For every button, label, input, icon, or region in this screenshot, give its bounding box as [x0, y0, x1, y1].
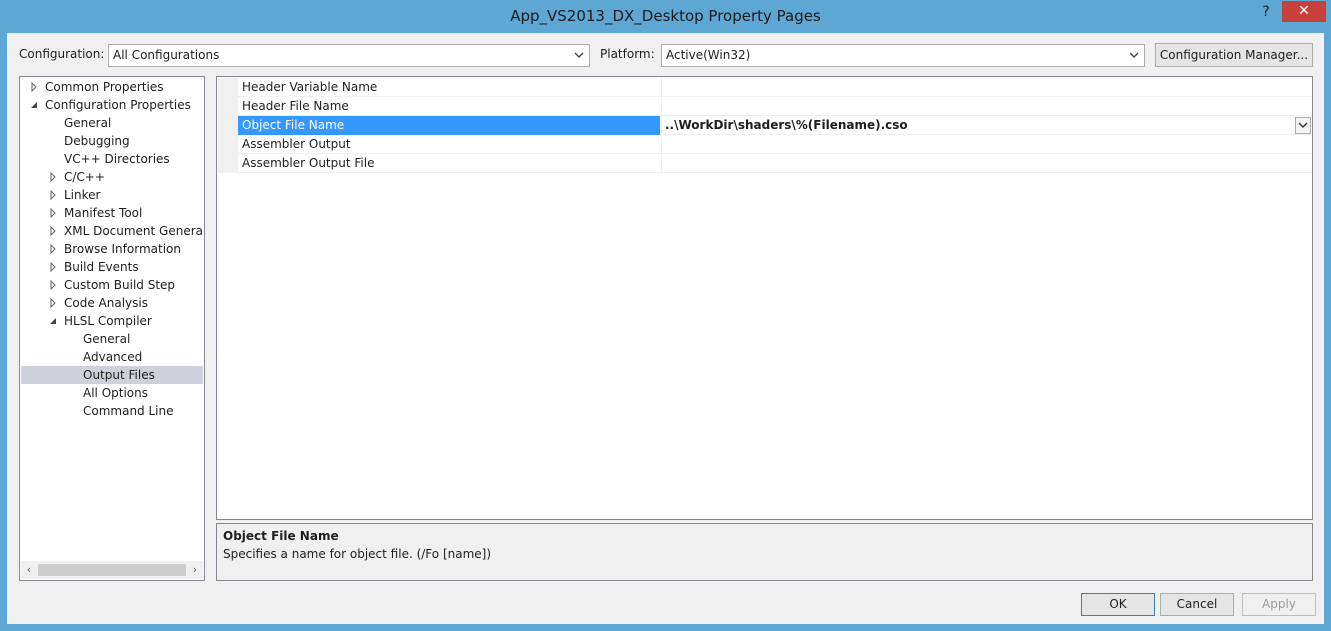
scroll-thumb[interactable] — [38, 564, 186, 576]
configuration-value: All Configurations — [113, 48, 220, 62]
property-value[interactable] — [661, 78, 1312, 97]
collapsed-triangle-icon[interactable] — [48, 204, 58, 222]
tree-item[interactable]: C/C++ — [21, 168, 203, 186]
tree-item[interactable]: General — [21, 330, 203, 348]
tree-item-label: Linker — [64, 188, 101, 202]
property-pages-window: App_VS2013_DX_Desktop Property Pages ? ✕… — [0, 0, 1331, 631]
collapsed-triangle-icon[interactable] — [48, 294, 58, 312]
expanded-triangle-icon[interactable] — [48, 312, 58, 330]
tree-item[interactable]: Build Events — [21, 258, 203, 276]
tree-item-label: Debugging — [64, 134, 130, 148]
property-name: Assembler Output File — [242, 156, 375, 170]
collapsed-triangle-icon[interactable] — [48, 258, 58, 276]
tree-horizontal-scrollbar[interactable]: ‹ › — [21, 561, 203, 579]
collapsed-triangle-icon[interactable] — [29, 78, 39, 96]
tree-item-label: VC++ Directories — [64, 152, 170, 166]
property-value[interactable] — [661, 97, 1312, 116]
tree-item[interactable]: Configuration Properties — [21, 96, 203, 114]
tree-item-label: Build Events — [64, 260, 139, 274]
property-row[interactable]: Header Variable Name — [218, 78, 1312, 97]
tree-item-label: Code Analysis — [64, 296, 148, 310]
help-button[interactable]: ? — [1256, 2, 1276, 22]
property-value[interactable] — [661, 135, 1312, 154]
category-tree[interactable]: Common Properties Configuration Propertie… — [19, 76, 205, 581]
ok-button[interactable]: OK — [1081, 593, 1155, 616]
close-button[interactable]: ✕ — [1282, 1, 1326, 22]
tree-item-label: Configuration Properties — [45, 98, 191, 112]
tree-item[interactable]: XML Document Generator — [21, 222, 203, 240]
property-row[interactable]: Object File Name ..\WorkDir\shaders\%(Fil… — [218, 116, 1312, 135]
property-name: Assembler Output — [242, 137, 351, 151]
configuration-label: Configuration: — [19, 47, 105, 61]
property-name: Header File Name — [242, 99, 349, 113]
collapsed-triangle-icon[interactable] — [48, 240, 58, 258]
dialog-client-area: Configuration: All Configurations Platfo… — [7, 33, 1324, 624]
property-row[interactable]: Assembler Output File — [218, 154, 1312, 173]
property-value[interactable]: ..\WorkDir\shaders\%(Filename).cso — [661, 116, 1312, 135]
tree-item-label: General — [64, 116, 112, 130]
scroll-right-icon[interactable]: › — [187, 561, 203, 579]
window-title: App_VS2013_DX_Desktop Property Pages — [510, 7, 821, 25]
property-grid[interactable]: Header Variable Name Header File Name Obje… — [216, 76, 1313, 520]
tree-item[interactable]: Linker — [21, 186, 203, 204]
tree-item[interactable]: HLSL Compiler — [21, 312, 203, 330]
platform-dropdown[interactable]: Active(Win32) — [661, 44, 1145, 67]
apply-button[interactable]: Apply — [1242, 593, 1316, 616]
tree-item-label: C/C++ — [64, 170, 105, 184]
tree-item[interactable]: Browse Information — [21, 240, 203, 258]
tree-item[interactable]: Output Files — [21, 366, 203, 384]
tree-item[interactable]: Debugging — [21, 132, 203, 150]
title-bar[interactable]: App_VS2013_DX_Desktop Property Pages ? ✕ — [0, 0, 1331, 33]
scroll-left-icon[interactable]: ‹ — [21, 561, 37, 579]
tree-item-label: All Options — [83, 386, 148, 400]
collapsed-triangle-icon[interactable] — [48, 222, 58, 240]
property-row[interactable]: Assembler Output — [218, 135, 1312, 154]
description-text: Specifies a name for object file. (/Fo [… — [223, 547, 492, 561]
tree-item[interactable]: Common Properties — [21, 78, 203, 96]
property-row[interactable]: Header File Name — [218, 97, 1312, 116]
description-panel: Object File Name Specifies a name for ob… — [216, 523, 1313, 581]
tree-item-label: General — [83, 332, 131, 346]
row-gutter — [218, 78, 238, 97]
chevron-down-icon — [572, 45, 586, 66]
tree-item-label: Output Files — [83, 368, 155, 382]
description-title: Object File Name — [223, 529, 339, 543]
configuration-dropdown[interactable]: All Configurations — [108, 44, 590, 67]
collapsed-triangle-icon[interactable] — [48, 276, 58, 294]
row-gutter — [218, 97, 238, 116]
cancel-button[interactable]: Cancel — [1160, 593, 1234, 616]
collapsed-triangle-icon[interactable] — [48, 186, 58, 204]
configuration-manager-button[interactable]: Configuration Manager... — [1155, 43, 1313, 67]
expanded-triangle-icon[interactable] — [29, 96, 39, 114]
tree-item[interactable]: All Options — [21, 384, 203, 402]
tree-item-label: Browse Information — [64, 242, 181, 256]
tree-item-label: Advanced — [83, 350, 143, 364]
tree-item-label: XML Document Generator — [64, 224, 203, 238]
chevron-down-icon — [1127, 45, 1141, 66]
platform-label: Platform: — [600, 47, 655, 61]
collapsed-triangle-icon[interactable] — [48, 168, 58, 186]
tree-item[interactable]: Manifest Tool — [21, 204, 203, 222]
property-name: Object File Name — [238, 116, 660, 135]
tree-item[interactable]: VC++ Directories — [21, 150, 203, 168]
property-value[interactable] — [661, 154, 1312, 173]
row-gutter — [218, 154, 238, 173]
tree-item[interactable]: Custom Build Step — [21, 276, 203, 294]
tree-item-label: Command Line — [83, 404, 174, 418]
tree-item[interactable]: General — [21, 114, 203, 132]
property-name: Header Variable Name — [242, 80, 378, 94]
tree-item[interactable]: Advanced — [21, 348, 203, 366]
tree-item-label: Manifest Tool — [64, 206, 143, 220]
tree-item[interactable]: Code Analysis — [21, 294, 203, 312]
tree-item-label: Common Properties — [45, 80, 164, 94]
platform-value: Active(Win32) — [666, 48, 751, 62]
value-dropdown-chevron-icon[interactable] — [1295, 117, 1311, 134]
row-gutter — [218, 135, 238, 154]
row-gutter — [218, 116, 238, 135]
tree-item[interactable]: Command Line — [21, 402, 203, 420]
tree-item-label: HLSL Compiler — [64, 314, 152, 328]
tree-item-label: Custom Build Step — [64, 278, 176, 292]
